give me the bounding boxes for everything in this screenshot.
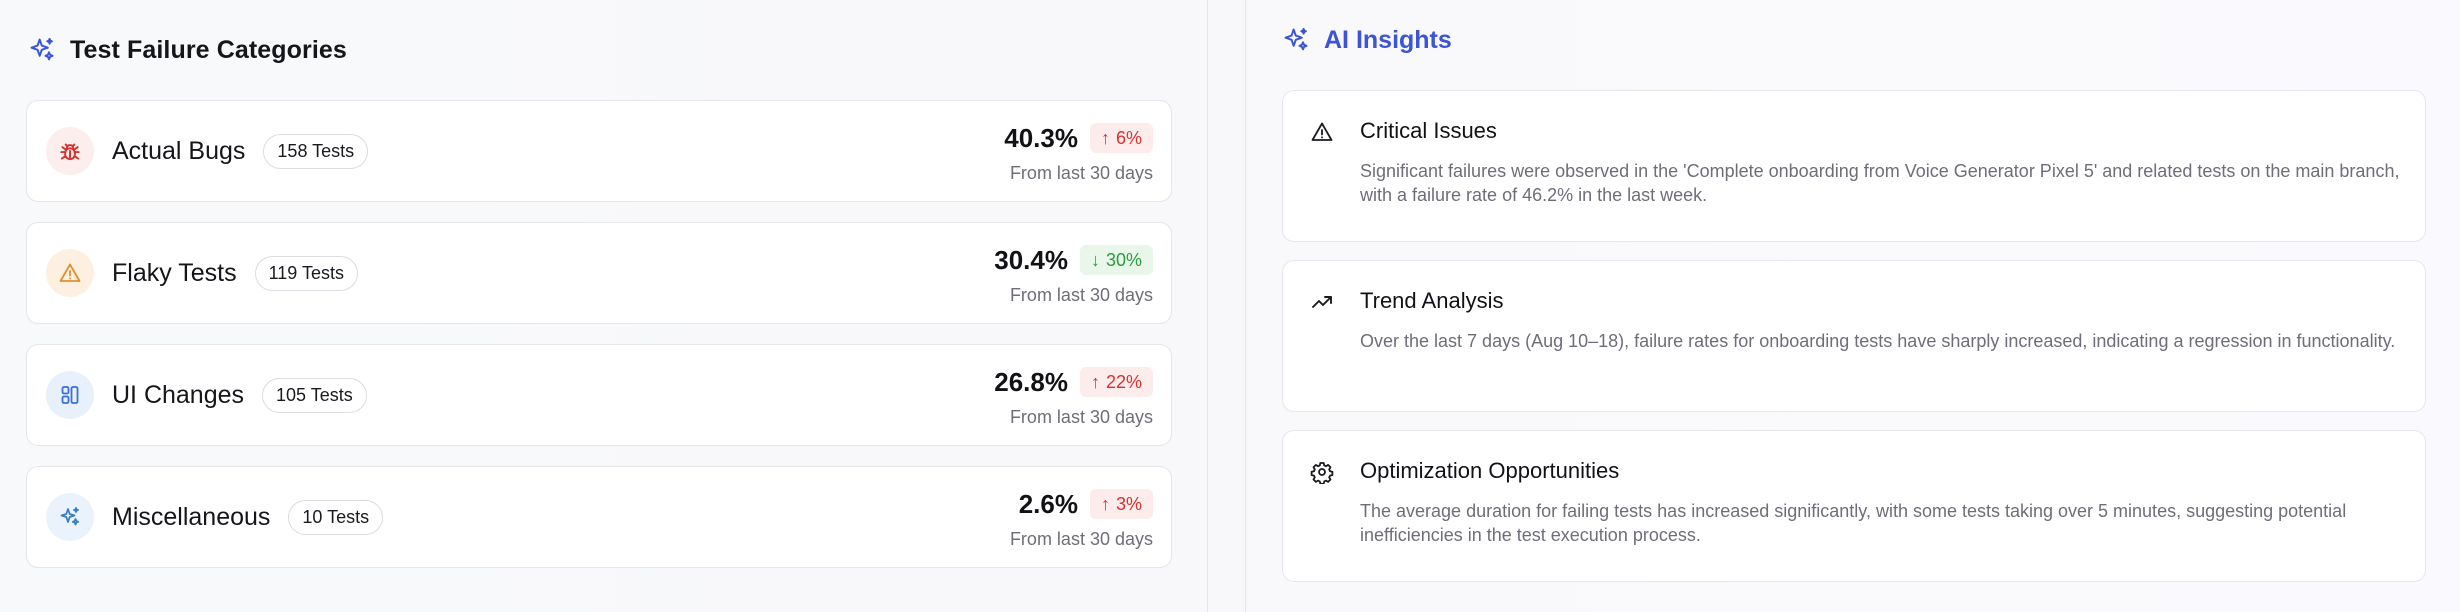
alert-triangle-icon [1309,119,1335,145]
category-percent: 30.4% [994,244,1068,275]
insight-body: The average duration for failing tests h… [1360,501,2347,545]
arrow-up-icon: ↑ [1100,127,1110,148]
category-period: From last 30 days [1009,163,1153,183]
test-count-badge: 105 Tests [262,377,367,413]
category-percent: 40.3% [1004,122,1078,153]
trend-value: 22% [1105,371,1142,392]
trend-value: 6% [1115,127,1142,148]
arrow-up-icon: ↑ [1090,371,1100,392]
category-period: From last 30 days [1009,285,1153,305]
category-period: From last 30 days [1009,407,1153,427]
trend-badge: ↑ 22% [1079,367,1153,397]
test-failure-categories-panel: Test Failure Categories Actual Bugs 158 … [0,0,1208,612]
sparkles-icon [28,36,56,64]
category-card-ui-changes[interactable]: UI Changes 105 Tests 26.8% ↑ 22% From la… [26,344,1172,446]
ai-insights-panel: AI Insights Critical Issues Significant … [1245,0,2460,612]
insight-title: Critical Issues [1360,118,1497,143]
arrow-down-icon: ↓ [1090,249,1100,270]
category-name: UI Changes [112,380,245,409]
trend-value: 3% [1115,493,1142,514]
category-name: Actual Bugs [112,136,246,165]
insight-body: Significant failures were observed in th… [1360,161,2400,205]
test-count-badge: 158 Tests [263,133,369,169]
category-card-flaky-tests[interactable]: Flaky Tests 119 Tests 30.4% ↓ 30% From l… [26,222,1172,324]
insight-body: Over the last 7 days (Aug 10–18), failur… [1360,331,2396,351]
insight-list: Critical Issues Significant failures wer… [1282,90,2426,600]
insights-title: AI Insights [1324,25,1452,54]
insight-card-critical-issues: Critical Issues Significant failures wer… [1282,90,2426,242]
test-count-badge: 10 Tests [288,499,384,535]
category-percent: 26.8% [994,366,1068,397]
arrow-up-icon: ↑ [1100,493,1110,514]
bug-icon [46,127,94,175]
trend-value: 30% [1105,249,1142,270]
insight-card-trend-analysis: Trend Analysis Over the last 7 days (Aug… [1282,260,2426,412]
category-stats: 30.4% ↓ 30% From last 30 days [994,243,1153,306]
category-card-actual-bugs[interactable]: Actual Bugs 158 Tests 40.3% ↑ 6% From la… [26,100,1172,202]
category-card-miscellaneous[interactable]: Miscellaneous 10 Tests 2.6% ↑ 3% From la… [26,466,1172,568]
trend-badge: ↑ 6% [1089,123,1153,153]
categories-header: Test Failure Categories [28,30,347,70]
insights-header: AI Insights [1282,20,1452,60]
sparkles-icon [46,493,94,541]
category-stats: 2.6% ↑ 3% From last 30 days [1010,487,1153,550]
categories-title: Test Failure Categories [70,35,347,64]
trend-badge: ↑ 3% [1089,489,1153,519]
category-period: From last 30 days [1009,529,1153,549]
trend-badge: ↓ 30% [1079,245,1153,275]
category-stats: 40.3% ↑ 6% From last 30 days [1004,121,1153,184]
page: Test Failure Categories Actual Bugs 158 … [0,0,2460,612]
warning-icon [46,249,94,297]
trending-up-icon [1309,289,1335,315]
insight-title: Trend Analysis [1360,288,1504,313]
category-name: Flaky Tests [112,258,237,287]
sparkles-icon [1282,26,1310,54]
category-name: Miscellaneous [112,502,271,531]
test-count-badge: 119 Tests [254,255,358,291]
category-list: Actual Bugs 158 Tests 40.3% ↑ 6% From la… [26,100,1172,588]
insight-card-optimization-opportunities: Optimization Opportunities The average d… [1282,430,2426,582]
category-stats: 26.8% ↑ 22% From last 30 days [994,365,1153,428]
gear-icon [1309,459,1335,485]
insight-title: Optimization Opportunities [1360,458,1620,483]
category-percent: 2.6% [1018,488,1078,519]
layout-icon [46,371,94,419]
